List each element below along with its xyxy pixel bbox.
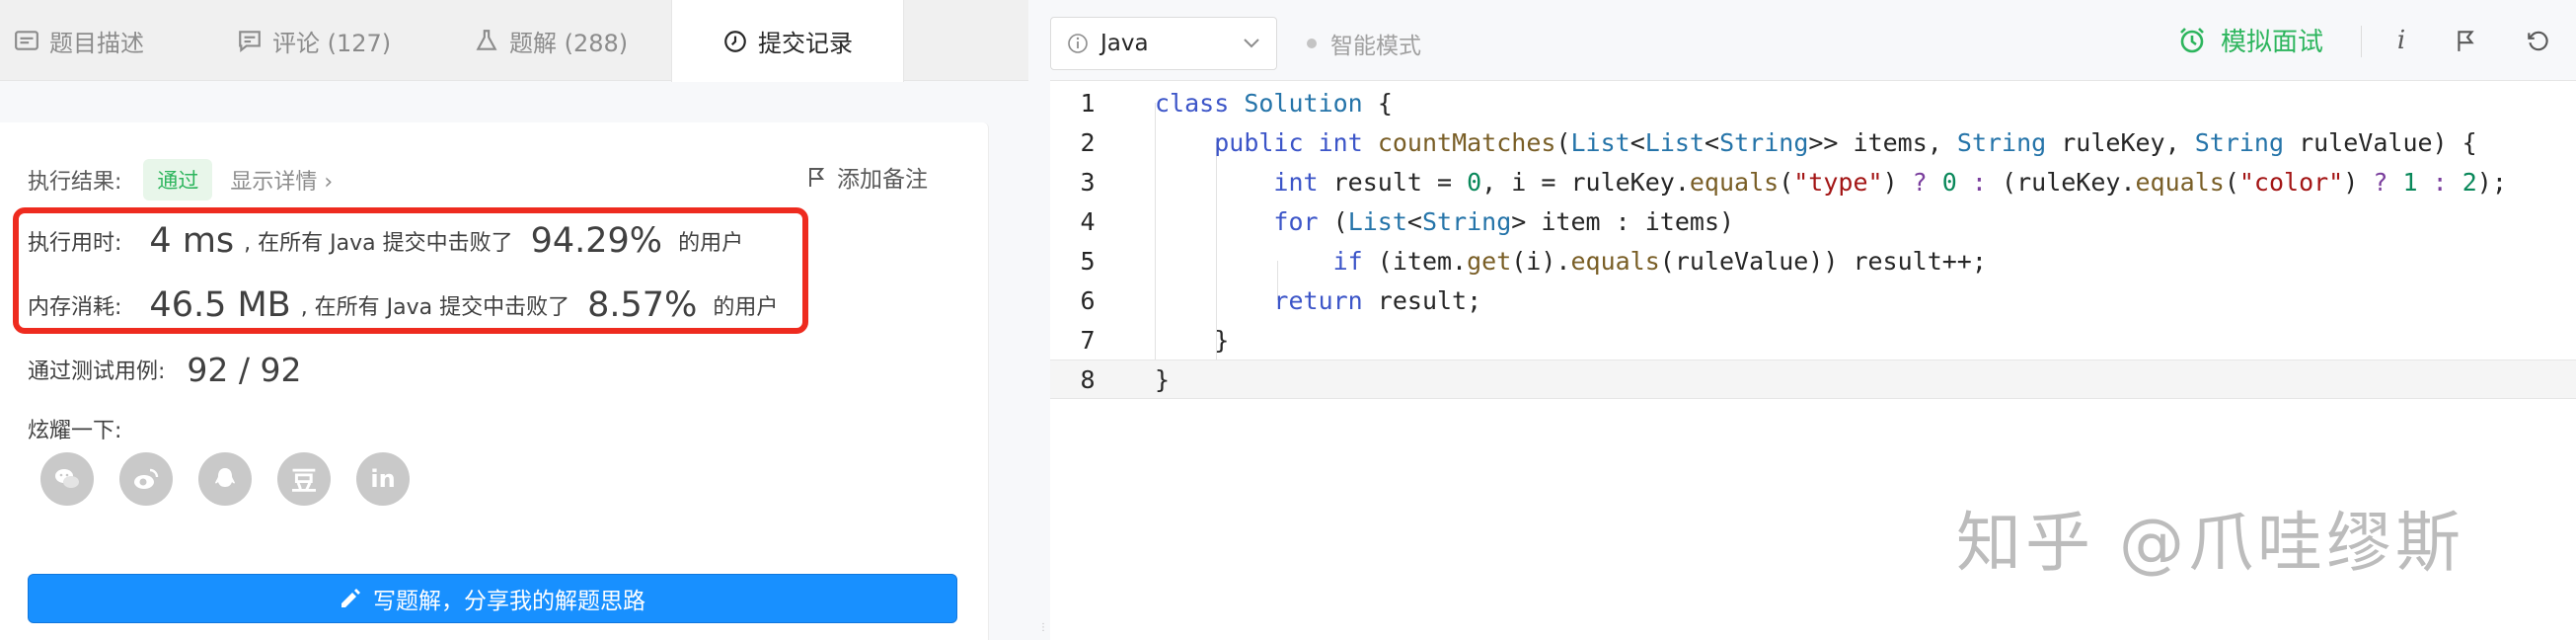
line-number: 7 xyxy=(1080,325,1096,355)
linkedin-icon[interactable]: in xyxy=(356,452,410,506)
smart-mode-dot xyxy=(1307,39,1317,48)
code-line: 2 public int countMatches(List<List<Stri… xyxy=(1050,122,2576,162)
line-number: 1 xyxy=(1080,88,1096,118)
code-text: if (item.get(i).equals(ruleValue)) resul… xyxy=(1332,246,1987,276)
tab-solutions[interactable]: 题解 (288) xyxy=(474,0,628,81)
editor-toolbar: Java 智能模式 模拟面试 i xyxy=(1050,0,2576,81)
comment-icon xyxy=(239,31,261,53)
weibo-icon[interactable] xyxy=(119,452,173,506)
code-text: return result; xyxy=(1273,285,1482,315)
share-icons: 豆 in xyxy=(40,452,410,506)
line-number: 2 xyxy=(1080,127,1096,157)
code-text: class Solution { xyxy=(1155,88,1393,118)
code-line: 5 if (item.get(i).equals(ruleValue)) res… xyxy=(1050,241,2576,280)
write-solution-label: 写题解，分享我的解题思路 xyxy=(373,589,645,614)
tab-label: 评论 (127) xyxy=(272,29,392,57)
result-row: 执行结果: 通过 显示详情 › xyxy=(28,159,333,200)
watermark: 知乎 @爪哇缪斯 xyxy=(1956,505,2464,581)
mock-interview-label: 模拟面试 xyxy=(2221,28,2324,57)
resize-grip-icon: ⋮ xyxy=(1038,622,1048,633)
douban-glyph: 豆 xyxy=(290,466,317,497)
clock-icon xyxy=(724,30,746,52)
undo-icon xyxy=(2528,31,2548,51)
code-text: public int countMatches(List<List<String… xyxy=(1214,127,2477,157)
code-line: 6 return result; xyxy=(1050,280,2576,320)
add-note-label: 添加备注 xyxy=(837,167,928,193)
tests-value: 92 / 92 xyxy=(187,350,302,389)
description-panel: 题目描述 评论 (127) 题解 (288) 提交记录 执行结果: 通过 显示详… xyxy=(0,0,1028,640)
tab-label: 题目描述 xyxy=(49,29,144,57)
code-line: 3 int result = 0, i = ruleKey.equals("ty… xyxy=(1050,162,2576,201)
line-number: 3 xyxy=(1080,167,1096,197)
smart-mode-toggle[interactable]: 智能模式 xyxy=(1307,27,1421,60)
douban-icon[interactable]: 豆 xyxy=(277,452,331,506)
line-number: 4 xyxy=(1080,206,1096,236)
reset-button[interactable] xyxy=(2521,24,2554,57)
share-row: 炫耀一下: xyxy=(28,413,121,444)
share-label: 炫耀一下: xyxy=(28,419,122,443)
info-button[interactable]: i xyxy=(2385,24,2418,57)
result-label: 执行结果: xyxy=(28,170,122,195)
language-value: Java xyxy=(1100,31,1149,56)
flag-icon xyxy=(2458,31,2474,51)
show-details-link[interactable]: 显示详情 › xyxy=(230,164,333,196)
wechat-icon[interactable] xyxy=(40,452,94,506)
panel-splitter[interactable]: ⋮ xyxy=(1028,0,1050,640)
info-circle-icon xyxy=(1068,34,1088,53)
language-select[interactable]: Java xyxy=(1050,17,1277,70)
line-number: 5 xyxy=(1080,246,1096,276)
qq-glyph xyxy=(215,468,235,487)
tab-label: 题解 (288) xyxy=(509,29,629,57)
code-text: for (List<String> item : items) xyxy=(1273,206,1735,236)
code-line-current: 8 } xyxy=(1050,360,2576,399)
alarm-clock-icon xyxy=(2180,27,2204,52)
chevron-down-icon xyxy=(1244,39,1259,48)
write-solution-button[interactable]: 写题解，分享我的解题思路 xyxy=(28,574,957,623)
weibo-glyph xyxy=(134,468,159,489)
code-text: } xyxy=(1155,364,1171,394)
tab-comments[interactable]: 评论 (127) xyxy=(237,0,391,81)
tests-row: 通过测试用例: 92 / 92 xyxy=(28,348,302,391)
flag-icon xyxy=(809,168,825,187)
line-number: 6 xyxy=(1080,285,1096,315)
linkedin-glyph: in xyxy=(370,465,396,493)
toolbar-divider xyxy=(2361,26,2362,57)
code-line: 1 class Solution { xyxy=(1050,83,2576,122)
code-text: int result = 0, i = ruleKey.equals("type… xyxy=(1273,167,2507,197)
tests-label: 通过测试用例: xyxy=(28,360,166,384)
status-badge: 通过 xyxy=(143,159,213,200)
highlight-box xyxy=(13,207,808,334)
qq-icon[interactable] xyxy=(198,452,252,506)
info-icon: i xyxy=(2396,26,2406,55)
tab-description[interactable]: 题目描述 xyxy=(14,0,144,81)
tab-submissions[interactable]: 提交记录 xyxy=(671,0,904,82)
mock-interview-button[interactable]: 模拟面试 xyxy=(2177,22,2323,58)
description-icon xyxy=(15,31,38,50)
line-number: 8 xyxy=(1080,364,1096,394)
flask-icon xyxy=(476,30,497,50)
code-line: 4 for (List<String> item : items) xyxy=(1050,201,2576,241)
pencil-icon xyxy=(341,589,360,607)
smart-mode-label: 智能模式 xyxy=(1330,34,1421,59)
add-note-button[interactable]: 添加备注 xyxy=(807,160,928,194)
wechat-glyph xyxy=(55,469,79,488)
report-button[interactable] xyxy=(2450,24,2483,57)
code-line: 7 } xyxy=(1050,320,2576,360)
tab-bar: 题目描述 评论 (127) 题解 (288) 提交记录 xyxy=(0,0,1028,82)
tab-label: 提交记录 xyxy=(758,30,853,57)
code-text: } xyxy=(1155,325,1230,355)
